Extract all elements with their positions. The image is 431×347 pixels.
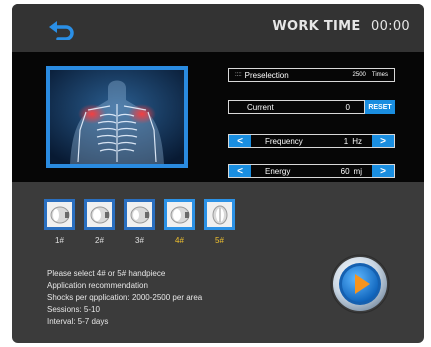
handpiece-4-icon — [164, 199, 195, 230]
current-row: Current 0 RESET — [228, 100, 395, 114]
chevron-left-icon: < — [237, 135, 243, 147]
frequency-increase-button[interactable]: > — [372, 135, 394, 147]
play-icon — [330, 254, 390, 314]
handpiece-2[interactable]: 2# — [84, 199, 115, 245]
energy-display: Energy 60 mj — [251, 165, 372, 177]
handpiece-2-label: 2# — [95, 236, 104, 245]
preselection-field[interactable]: :::: Preselection 2500 Times — [228, 68, 395, 82]
frequency-display: Frequency 1 Hz — [251, 135, 372, 147]
frequency-stepper: < Frequency 1 Hz > — [228, 134, 395, 148]
chevron-right-icon: > — [380, 165, 386, 177]
recommendation-info: Please select 4# or 5# handpiece Applica… — [47, 268, 202, 328]
current-value: 0 — [345, 102, 350, 112]
frequency-decrease-button[interactable]: < — [229, 135, 251, 147]
energy-increase-button[interactable]: > — [372, 165, 394, 177]
energy-decrease-button[interactable]: < — [229, 165, 251, 177]
handpiece-3-label: 3# — [135, 236, 144, 245]
frequency-unit: Hz — [352, 136, 362, 146]
start-button[interactable] — [330, 254, 390, 314]
current-field: Current 0 — [228, 100, 365, 114]
info-shocks: Shocks per qpplication: 2000-2500 per ar… — [47, 293, 203, 302]
handpiece-3-icon — [124, 199, 155, 230]
grid-icon: :::: — [235, 72, 242, 78]
handpiece-2-icon — [84, 199, 115, 230]
energy-label: Energy — [265, 166, 291, 176]
info-interval: Interval: 5-7 days — [47, 317, 109, 326]
energy-value: 60 — [340, 166, 350, 176]
handpiece-1-icon — [44, 199, 75, 230]
back-arrow-icon — [49, 21, 74, 41]
energy-stepper: < Energy 60 mj > — [228, 164, 395, 178]
preselection-unit: Times — [371, 72, 388, 78]
preselection-label: Preselection — [244, 70, 289, 80]
handpiece-4-label: 4# — [175, 236, 184, 245]
frequency-value: 1 — [343, 136, 349, 146]
info-title: Application recommendation — [47, 281, 148, 290]
info-select-hint: Please select 4# or 5# handpiece — [47, 269, 166, 278]
handpiece-5[interactable]: 5# — [204, 199, 235, 245]
handpiece-3[interactable]: 3# — [124, 199, 155, 245]
handpiece-1[interactable]: 1# — [44, 199, 75, 245]
handpiece-4[interactable]: 4# — [164, 199, 195, 245]
device-frame: WORK TIME 00:00:::: Preselection 2500 T… — [12, 4, 424, 343]
chevron-left-icon: < — [237, 165, 243, 177]
frequency-label: Frequency — [265, 136, 303, 146]
screen: WORK TIME 00:00:::: Preselection 2500 T… — [0, 0, 431, 347]
preselection-value: 2500 — [352, 72, 366, 78]
chevron-right-icon: > — [380, 135, 386, 147]
handpiece-1-label: 1# — [55, 236, 64, 245]
top-bar: WORK TIME 00:00 — [12, 4, 424, 52]
reset-button[interactable]: RESET — [365, 100, 395, 114]
treatment-area-image — [46, 66, 188, 168]
handpiece-5-label: 5# — [215, 236, 224, 245]
work-time-label: WORK TIME — [272, 19, 361, 34]
work-time-value: 00:00 — [371, 19, 410, 34]
control-panel: :::: Preselection 2500 Times Current 0 R… — [12, 52, 424, 182]
current-label: Current — [247, 102, 274, 112]
info-sessions: Sessions: 5-10 — [47, 305, 100, 314]
handpiece-5-icon — [204, 199, 235, 230]
work-time: WORK TIME 00:00 — [272, 19, 410, 34]
handpiece-selector: 1# 2# 3# 4# 5# — [44, 199, 235, 245]
energy-unit: mj — [353, 166, 362, 176]
back-button[interactable] — [46, 18, 76, 41]
